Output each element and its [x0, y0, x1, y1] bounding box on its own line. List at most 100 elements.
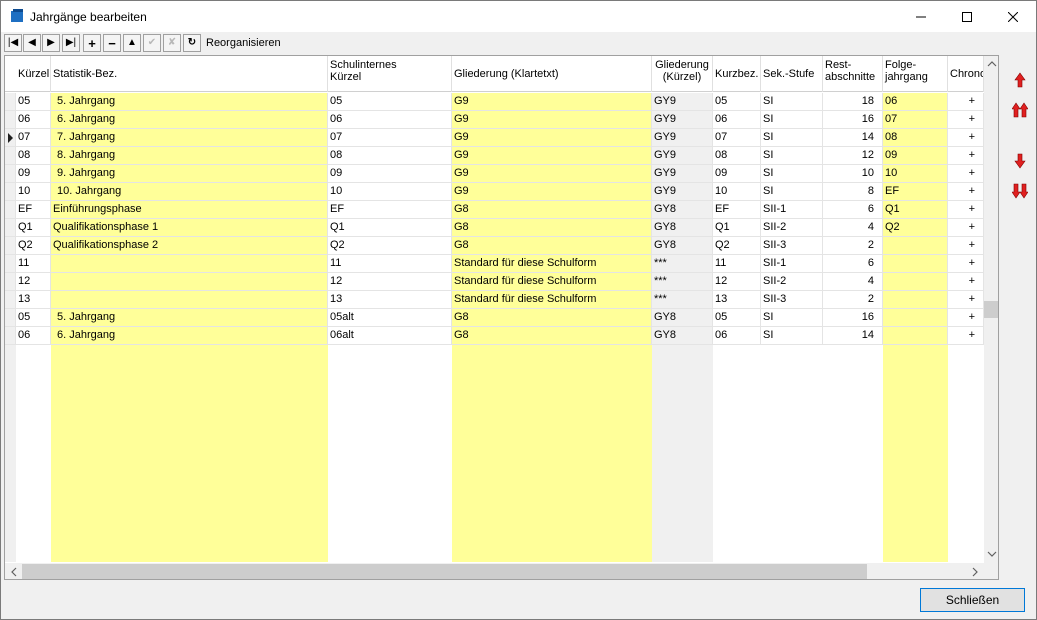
cell-restabschnitte[interactable]: 18 [823, 93, 883, 111]
cell-folgejahrgang[interactable] [883, 255, 948, 273]
cell-gliederung-kuerzel[interactable]: GY9 [652, 147, 713, 165]
cell-sek-stufe[interactable]: SI [761, 309, 823, 327]
cell-chronologie[interactable]: + [948, 183, 984, 201]
cell-restabschnitte[interactable]: 8 [823, 183, 883, 201]
header-kuerzel[interactable]: Kürzel [16, 56, 51, 92]
post-edit-button[interactable]: ✔ [143, 34, 161, 52]
cell-kuerzel[interactable]: 06 [16, 327, 51, 345]
cell-chronologie[interactable]: + [948, 237, 984, 255]
insert-record-button[interactable]: + [83, 34, 101, 52]
cell-restabschnitte[interactable]: 10 [823, 165, 883, 183]
cell-schulinternes-kuerzel[interactable]: EF [328, 201, 452, 219]
cell-restabschnitte[interactable]: 16 [823, 309, 883, 327]
cell-gliederung-klartext[interactable]: G8 [452, 309, 652, 327]
cell-kurzbez[interactable]: 10 [713, 183, 761, 201]
move-to-bottom-button[interactable] [1011, 182, 1029, 200]
cell-kurzbez[interactable]: 12 [713, 273, 761, 291]
cell-statistik-bez[interactable]: Einführungsphase [51, 201, 328, 219]
cell-schulinternes-kuerzel[interactable]: 07 [328, 129, 452, 147]
cell-statistik-bez[interactable] [51, 291, 328, 309]
minimize-button[interactable] [898, 1, 944, 32]
cell-kuerzel[interactable]: EF [16, 201, 51, 219]
horizontal-scrollbar[interactable] [5, 563, 984, 579]
cell-gliederung-klartext[interactable]: G9 [452, 111, 652, 129]
cell-folgejahrgang[interactable] [883, 309, 948, 327]
cell-restabschnitte[interactable]: 6 [823, 201, 883, 219]
cell-gliederung-kuerzel[interactable]: GY8 [652, 309, 713, 327]
cell-restabschnitte[interactable]: 6 [823, 255, 883, 273]
cell-gliederung-klartext[interactable]: G8 [452, 327, 652, 345]
cell-kuerzel[interactable]: 13 [16, 291, 51, 309]
header-chronologie[interactable]: Chronologie [948, 56, 984, 92]
table-row[interactable]: 10 10. Jahrgang 10 G9 GY9 10 SI 8 EF + [5, 183, 985, 201]
cell-kuerzel[interactable]: 10 [16, 183, 51, 201]
table-row[interactable]: 12 12 Standard für diese Schulform *** 12 SII… [5, 273, 985, 291]
scroll-left-icon[interactable] [10, 567, 18, 577]
header-gliederung-klartext[interactable]: Gliederung (Klartetxt) [452, 56, 652, 92]
cell-schulinternes-kuerzel[interactable]: 09 [328, 165, 452, 183]
cell-gliederung-klartext[interactable]: G8 [452, 219, 652, 237]
cell-folgejahrgang[interactable]: Q2 [883, 219, 948, 237]
cell-sek-stufe[interactable]: SII-1 [761, 201, 823, 219]
cell-chronologie[interactable]: + [948, 129, 984, 147]
cell-sek-stufe[interactable]: SI [761, 327, 823, 345]
header-statistik-bez[interactable]: Statistik-Bez. [51, 56, 328, 92]
cell-gliederung-klartext[interactable]: G9 [452, 129, 652, 147]
table-row[interactable]: 05 5. Jahrgang 05 G9 GY9 05 SI 18 06 + [5, 93, 985, 111]
cell-schulinternes-kuerzel[interactable]: 13 [328, 291, 452, 309]
table-row[interactable]: 06 6. Jahrgang 06 G9 GY9 06 SI 16 07 + [5, 111, 985, 129]
cell-sek-stufe[interactable]: SI [761, 183, 823, 201]
cell-folgejahrgang[interactable]: 08 [883, 129, 948, 147]
row-indicator[interactable] [5, 165, 16, 183]
horizontal-scroll-thumb[interactable] [22, 564, 867, 579]
cell-gliederung-klartext[interactable]: G9 [452, 165, 652, 183]
header-sek-stufe[interactable]: Sek.-Stufe [761, 56, 823, 92]
table-row[interactable]: EF Einführungsphase EF G8 GY8 EF SII-1 6 Q1 + [5, 201, 985, 219]
cell-schulinternes-kuerzel[interactable]: 08 [328, 147, 452, 165]
cell-folgejahrgang[interactable]: 06 [883, 93, 948, 111]
cell-statistik-bez[interactable]: 10. Jahrgang [51, 183, 328, 201]
row-indicator[interactable] [5, 183, 16, 201]
cell-statistik-bez[interactable]: 5. Jahrgang [51, 93, 328, 111]
cell-chronologie[interactable]: + [948, 327, 984, 345]
cell-gliederung-kuerzel[interactable]: GY8 [652, 201, 713, 219]
row-indicator[interactable] [5, 255, 16, 273]
cell-statistik-bez[interactable] [51, 255, 328, 273]
cell-chronologie[interactable]: + [948, 309, 984, 327]
cell-restabschnitte[interactable]: 4 [823, 273, 883, 291]
edit-record-button[interactable]: ▲ [123, 34, 141, 52]
cell-chronologie[interactable]: + [948, 147, 984, 165]
cell-chronologie[interactable]: + [948, 111, 984, 129]
close-button[interactable]: Schließen [920, 588, 1025, 612]
row-indicator[interactable] [5, 219, 16, 237]
cell-chronologie[interactable]: + [948, 219, 984, 237]
header-schulinternes-kuerzel[interactable]: Schulinternes Kürzel [328, 56, 452, 92]
cell-gliederung-kuerzel[interactable]: GY9 [652, 129, 713, 147]
cell-kurzbez[interactable]: 06 [713, 327, 761, 345]
table-row[interactable]: 08 8. Jahrgang 08 G9 GY9 08 SI 12 09 + [5, 147, 985, 165]
cell-sek-stufe[interactable]: SII-3 [761, 291, 823, 309]
cell-restabschnitte[interactable]: 14 [823, 129, 883, 147]
cell-gliederung-klartext[interactable]: G9 [452, 183, 652, 201]
cell-schulinternes-kuerzel[interactable]: Q2 [328, 237, 452, 255]
cell-gliederung-klartext[interactable]: Standard für diese Schulform [452, 273, 652, 291]
cell-schulinternes-kuerzel[interactable]: 12 [328, 273, 452, 291]
cell-chronologie[interactable]: + [948, 201, 984, 219]
cell-gliederung-kuerzel[interactable]: GY9 [652, 183, 713, 201]
cell-schulinternes-kuerzel[interactable]: 06 [328, 111, 452, 129]
maximize-button[interactable] [944, 1, 990, 32]
cell-schulinternes-kuerzel[interactable]: 10 [328, 183, 452, 201]
row-indicator[interactable] [5, 201, 16, 219]
cell-statistik-bez[interactable] [51, 273, 328, 291]
cell-kurzbez[interactable]: Q1 [713, 219, 761, 237]
cell-restabschnitte[interactable]: 2 [823, 237, 883, 255]
cell-folgejahrgang[interactable]: 09 [883, 147, 948, 165]
cell-gliederung-klartext[interactable]: G8 [452, 237, 652, 255]
cell-kuerzel[interactable]: 08 [16, 147, 51, 165]
cell-chronologie[interactable]: + [948, 291, 984, 309]
scroll-up-icon[interactable] [987, 60, 997, 68]
cell-kurzbez[interactable]: 11 [713, 255, 761, 273]
table-row[interactable]: 09 9. Jahrgang 09 G9 GY9 09 SI 10 10 + [5, 165, 985, 183]
header-restabschnitte[interactable]: Rest- abschnitte [823, 56, 883, 92]
cell-statistik-bez[interactable]: 7. Jahrgang [51, 129, 328, 147]
